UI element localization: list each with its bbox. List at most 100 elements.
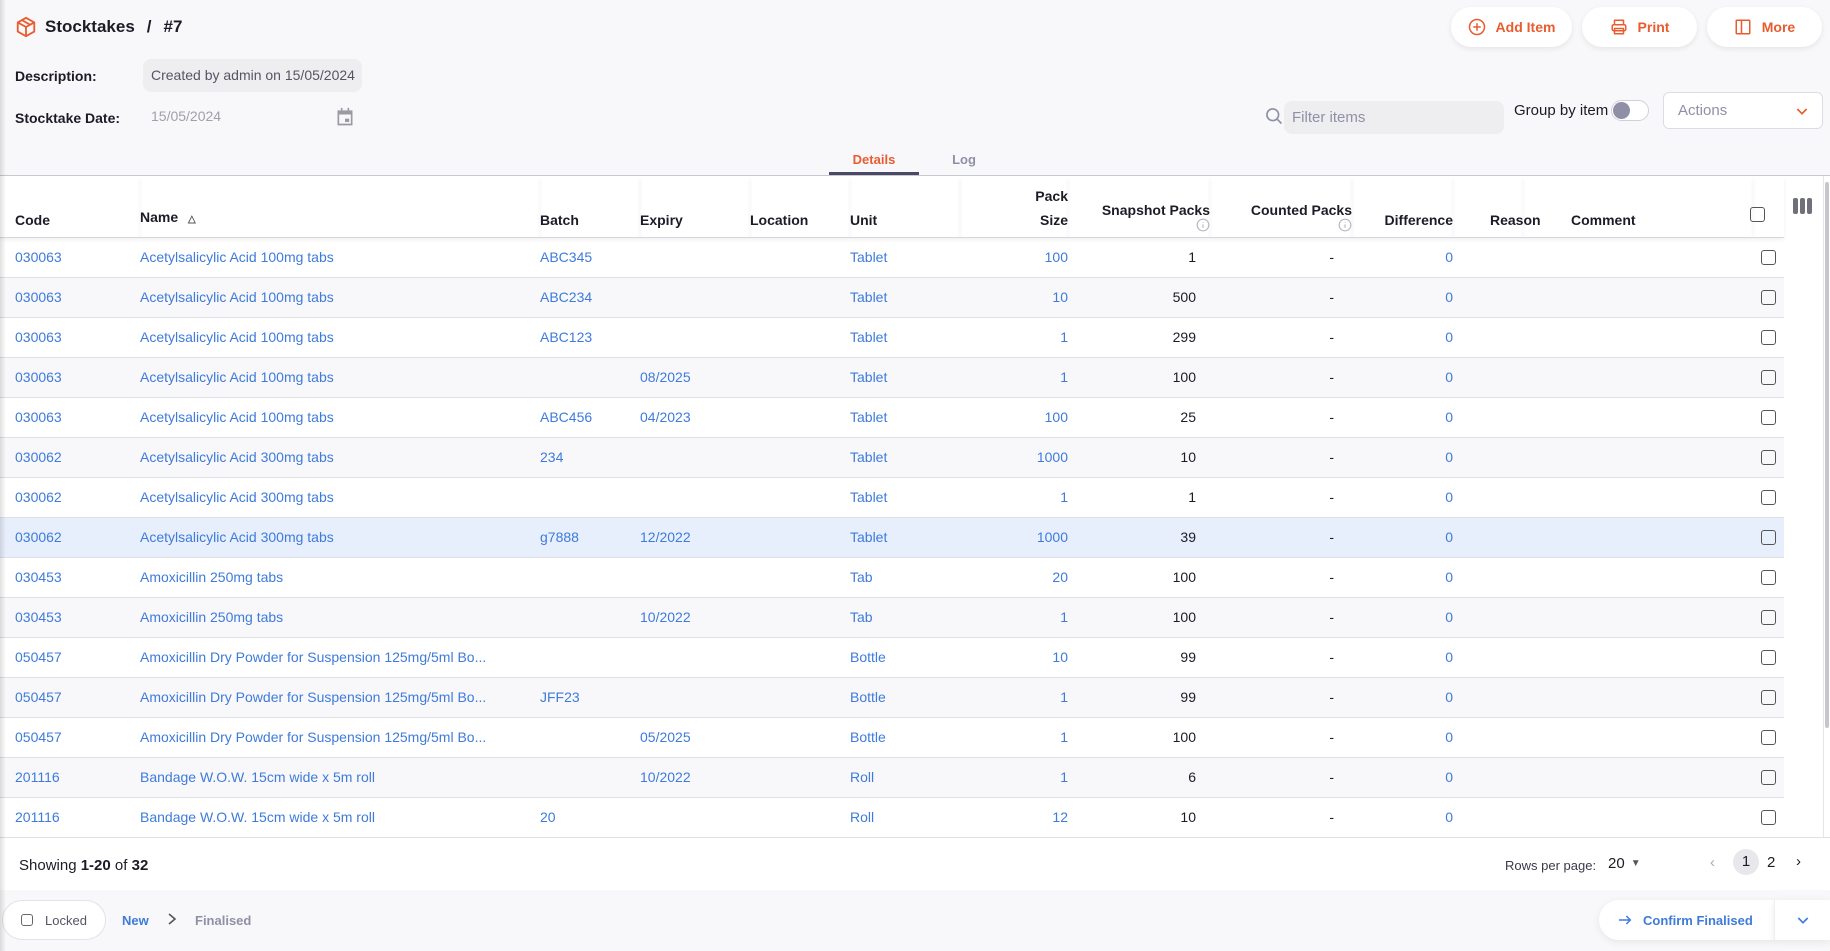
- cell-batch[interactable]: 234: [540, 437, 640, 478]
- cell-counted-packs[interactable]: -: [1210, 237, 1352, 278]
- cell-pack-size[interactable]: 100: [960, 237, 1068, 278]
- column-header-unit[interactable]: Unit: [850, 176, 960, 238]
- cell-comment[interactable]: [1523, 597, 1753, 638]
- cell-expiry[interactable]: [640, 437, 750, 478]
- cell-counted-packs[interactable]: -: [1210, 797, 1352, 837]
- cell-location[interactable]: [750, 797, 850, 837]
- cell-pack-size[interactable]: 1: [960, 757, 1068, 798]
- cell-reason[interactable]: [1453, 797, 1523, 837]
- cell-pack-size[interactable]: 10: [960, 637, 1068, 678]
- confirm-options-dropdown[interactable]: [1774, 900, 1830, 940]
- actions-dropdown[interactable]: Actions: [1663, 92, 1823, 129]
- cell-counted-packs[interactable]: -: [1210, 717, 1352, 758]
- cell-name[interactable]: Acetylsalicylic Acid 100mg tabs: [140, 277, 540, 318]
- cell-expiry[interactable]: [640, 677, 750, 718]
- cell-location[interactable]: [750, 437, 850, 478]
- cell-reason[interactable]: [1453, 557, 1523, 598]
- row-checkbox[interactable]: [1761, 810, 1776, 826]
- breadcrumb-section[interactable]: Stocktakes: [45, 17, 135, 37]
- cell-location[interactable]: [750, 477, 850, 518]
- row-checkbox[interactable]: [1761, 450, 1776, 466]
- table-row[interactable]: 030063 Acetylsalicylic Acid 100mg tabs 08/…: [0, 357, 1784, 398]
- cell-batch[interactable]: [540, 477, 640, 518]
- column-header-snapshot-packs[interactable]: Snapshot Packs: [1068, 176, 1210, 238]
- cell-code[interactable]: 201116: [0, 757, 140, 798]
- cell-reason[interactable]: [1453, 597, 1523, 638]
- cell-name[interactable]: Acetylsalicylic Acid 100mg tabs: [140, 397, 540, 438]
- cell-code[interactable]: 030453: [0, 597, 140, 638]
- cell-counted-packs[interactable]: -: [1210, 757, 1352, 798]
- table-row[interactable]: 030062 Acetylsalicylic Acid 300mg tabs g78…: [0, 517, 1784, 558]
- locked-checkbox[interactable]: [21, 914, 33, 926]
- cell-reason[interactable]: [1453, 717, 1523, 758]
- cell-name[interactable]: Amoxicillin Dry Powder for Suspension 12…: [140, 677, 540, 718]
- row-checkbox[interactable]: [1761, 610, 1776, 626]
- cell-pack-size[interactable]: 1: [960, 677, 1068, 718]
- cell-comment[interactable]: [1523, 277, 1753, 318]
- cell-comment[interactable]: [1523, 717, 1753, 758]
- cell-counted-packs[interactable]: -: [1210, 477, 1352, 518]
- cell-reason[interactable]: [1453, 477, 1523, 518]
- cell-reason[interactable]: [1453, 317, 1523, 358]
- cell-comment[interactable]: [1523, 797, 1753, 837]
- cell-reason[interactable]: [1453, 637, 1523, 678]
- cell-location[interactable]: [750, 397, 850, 438]
- cell-batch[interactable]: g7888: [540, 517, 640, 558]
- cell-comment[interactable]: [1523, 637, 1753, 678]
- cell-name[interactable]: Amoxicillin 250mg tabs: [140, 597, 540, 638]
- print-button[interactable]: Print: [1582, 7, 1697, 47]
- cell-expiry[interactable]: [640, 797, 750, 837]
- cell-pack-size[interactable]: 1: [960, 717, 1068, 758]
- filter-items-input[interactable]: [1284, 101, 1504, 134]
- table-row[interactable]: 030063 Acetylsalicylic Acid 100mg tabs ABC…: [0, 317, 1784, 358]
- cell-counted-packs[interactable]: -: [1210, 317, 1352, 358]
- cell-expiry[interactable]: 10/2022: [640, 757, 750, 798]
- cell-counted-packs[interactable]: -: [1210, 677, 1352, 718]
- cell-name[interactable]: Acetylsalicylic Acid 100mg tabs: [140, 357, 540, 398]
- cell-expiry[interactable]: 05/2025: [640, 717, 750, 758]
- cell-pack-size[interactable]: 1000: [960, 517, 1068, 558]
- cell-counted-packs[interactable]: -: [1210, 397, 1352, 438]
- description-field[interactable]: Created by admin on 15/05/2024: [143, 59, 362, 92]
- cell-location[interactable]: [750, 277, 850, 318]
- page-2-button[interactable]: 2: [1767, 854, 1775, 871]
- cell-code[interactable]: 050457: [0, 717, 140, 758]
- rows-per-page-select[interactable]: 20 ▼: [1608, 855, 1641, 872]
- cell-code[interactable]: 050457: [0, 637, 140, 678]
- cell-name[interactable]: Acetylsalicylic Acid 100mg tabs: [140, 317, 540, 358]
- cell-comment[interactable]: [1523, 357, 1753, 398]
- cell-location[interactable]: [750, 717, 850, 758]
- cell-expiry[interactable]: 12/2022: [640, 517, 750, 558]
- row-checkbox[interactable]: [1761, 570, 1776, 586]
- cell-batch[interactable]: [540, 717, 640, 758]
- cell-unit[interactable]: Tablet: [850, 477, 960, 518]
- column-header-location[interactable]: Location: [750, 176, 850, 238]
- cell-location[interactable]: [750, 557, 850, 598]
- cell-comment[interactable]: [1523, 237, 1753, 278]
- cell-name[interactable]: Acetylsalicylic Acid 100mg tabs: [140, 237, 540, 278]
- table-row[interactable]: 030453 Amoxicillin 250mg tabs 10/2022 Tab 1 1…: [0, 597, 1784, 638]
- column-header-batch[interactable]: Batch: [540, 176, 640, 238]
- column-settings-icon[interactable]: [1793, 197, 1813, 215]
- column-header-code[interactable]: Code: [0, 176, 140, 238]
- cell-name[interactable]: Amoxicillin 250mg tabs: [140, 557, 540, 598]
- cell-code[interactable]: 050457: [0, 677, 140, 718]
- cell-pack-size[interactable]: 1: [960, 477, 1068, 518]
- cell-reason[interactable]: [1453, 277, 1523, 318]
- row-checkbox[interactable]: [1761, 330, 1776, 346]
- table-row[interactable]: 050457 Amoxicillin Dry Powder for Suspens…: [0, 677, 1784, 718]
- cell-expiry[interactable]: [640, 277, 750, 318]
- row-checkbox[interactable]: [1761, 770, 1776, 786]
- row-checkbox[interactable]: [1761, 250, 1776, 266]
- stocktake-date-field[interactable]: 15/05/2024: [151, 108, 221, 124]
- cell-batch[interactable]: [540, 757, 640, 798]
- cell-expiry[interactable]: [640, 317, 750, 358]
- cell-unit[interactable]: Bottle: [850, 637, 960, 678]
- info-icon[interactable]: [1338, 218, 1352, 232]
- cell-code[interactable]: 201116: [0, 797, 140, 837]
- cell-batch[interactable]: [540, 637, 640, 678]
- cell-name[interactable]: Acetylsalicylic Acid 300mg tabs: [140, 517, 540, 558]
- cell-unit[interactable]: Tablet: [850, 357, 960, 398]
- cell-reason[interactable]: [1453, 517, 1523, 558]
- select-all-checkbox[interactable]: [1750, 207, 1765, 222]
